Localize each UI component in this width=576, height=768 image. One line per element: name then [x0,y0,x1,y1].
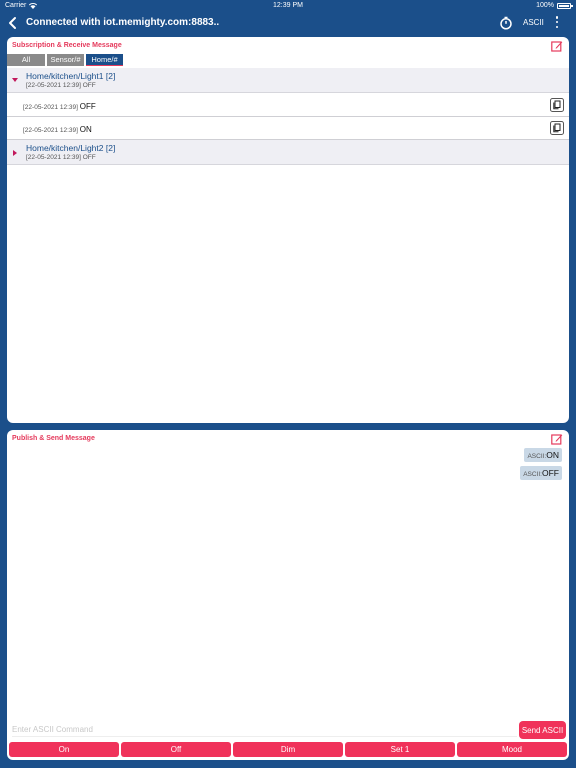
edit-icon[interactable] [551,433,563,445]
quick-command-bar: On Off Dim Set 1 Mood [9,742,567,757]
message-row: [22-05-2021 12:39] OFF [7,94,569,117]
publish-panel: Publish & Send Message ASCII:ON ASCII:OF… [7,430,569,760]
quick-button-on[interactable]: On [9,742,119,757]
collapsed-triangle-icon [13,150,17,156]
filter-tab-sensor[interactable]: Sensor/# [47,54,84,66]
timer-icon[interactable] [499,16,513,30]
topic-title: Home/kitchen/Light2 [2] [26,143,116,153]
sent-message-bubble[interactable]: ASCII:ON [524,448,562,462]
back-chevron-icon[interactable] [6,15,20,31]
publish-title: Publish & Send Message [12,435,95,442]
status-bar: Carrier 12:39 PM 100% [0,0,576,12]
sent-message-bubble[interactable]: ASCII:OFF [520,466,562,480]
battery-icon [557,2,573,9]
message-value: ON [79,125,92,134]
subscription-title: Subscription & Receive Message [12,42,122,49]
sent-message-value: ON [546,450,559,460]
subscription-panel: Subscription & Receive Message All Senso… [7,37,569,423]
message-row: [22-05-2021 12:39] ON [7,117,569,140]
expanded-triangle-icon [12,78,18,82]
quick-button-set-1[interactable]: Set 1 [345,742,455,757]
battery-status: 100% [536,2,573,9]
topic-filter-tabs: All Sensor/# Home/# [7,54,123,66]
sent-message-prefix: ASCII: [523,471,542,478]
message-value: OFF [79,102,96,111]
message-text: [22-05-2021 12:39] OFF [23,102,96,111]
message-timestamp: [22-05-2021 12:39] [23,104,78,111]
clock: 12:39 PM [273,2,303,9]
navigation-bar: Connected with iot.memighty.com:8883.. A… [0,12,576,36]
topic-group-light1[interactable]: Home/kitchen/Light1 [2] [22-05-2021 12:3… [7,68,569,93]
topic-group-light2[interactable]: Home/kitchen/Light2 [2] [22-05-2021 12:3… [7,140,569,165]
message-text: [22-05-2021 12:39] ON [23,125,92,134]
topic-title: Home/kitchen/Light1 [2] [26,71,116,81]
send-ascii-button[interactable]: Send ASCII [519,721,566,739]
ascii-mode-toggle[interactable]: ASCII [523,18,544,27]
connection-title: Connected with iot.memighty.com:8883.. [26,17,220,28]
quick-button-dim[interactable]: Dim [233,742,343,757]
filter-tab-home[interactable]: Home/# [86,54,123,66]
topic-last-message: [22-05-2021 12:39] OFF [26,82,96,89]
sent-message-value: OFF [542,468,559,478]
battery-percent: 100% [536,2,554,9]
topic-last-message: [22-05-2021 12:39] OFF [26,154,96,161]
quick-button-mood[interactable]: Mood [457,742,567,757]
quick-button-off[interactable]: Off [121,742,231,757]
copy-icon[interactable] [550,121,564,135]
edit-icon[interactable] [551,40,563,52]
filter-tab-all[interactable]: All [7,54,45,66]
message-timestamp: [22-05-2021 12:39] [23,127,78,134]
more-vertical-icon[interactable] [553,16,561,30]
sent-message-prefix: ASCII: [527,453,547,460]
ascii-command-input[interactable] [12,723,517,737]
copy-icon[interactable] [550,98,564,112]
